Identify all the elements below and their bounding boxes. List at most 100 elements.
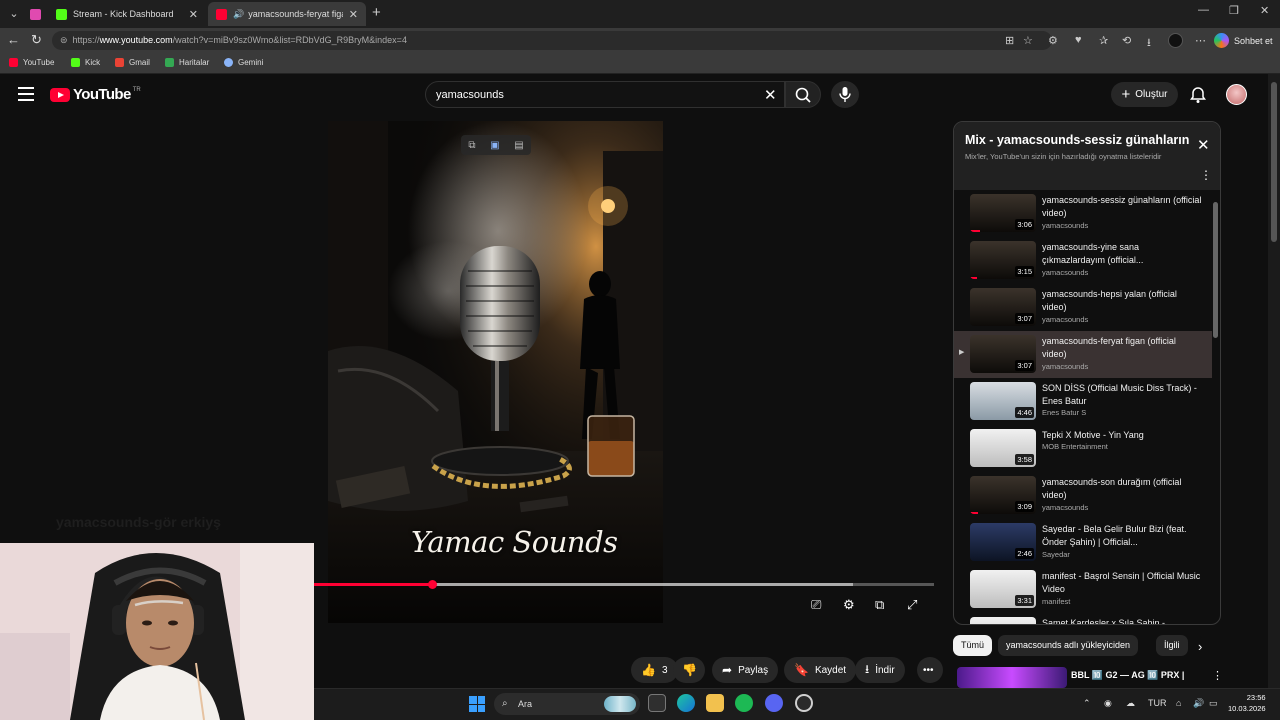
copilot-chat-button[interactable]: Sohbet et xyxy=(1214,31,1273,50)
account-avatar[interactable] xyxy=(1226,84,1247,105)
video-progress-bar[interactable] xyxy=(314,580,934,589)
playlist-item-thumbnail[interactable]: 3:31 xyxy=(970,570,1036,608)
bookmark-kick[interactable]: Kick xyxy=(71,58,100,67)
pinned-tab[interactable] xyxy=(30,2,41,26)
bookmark-maps[interactable]: Haritalar xyxy=(165,58,209,67)
discord-icon[interactable] xyxy=(765,694,783,712)
new-tab-button[interactable]: + xyxy=(372,4,381,21)
clear-search-icon[interactable]: ✕ xyxy=(764,86,777,104)
playlist-item[interactable]: 3:07 yamacsounds-hepsi yalan (official vi… xyxy=(954,284,1212,331)
back-icon[interactable]: ← xyxy=(7,32,20,47)
volume-icon[interactable]: 🔊 xyxy=(1193,698,1204,709)
search-button[interactable] xyxy=(785,81,821,108)
close-tab-icon[interactable]: ✕ xyxy=(189,8,198,21)
tray-app-icon[interactable]: ◉ xyxy=(1104,698,1112,709)
close-window-icon[interactable]: ✕ xyxy=(1260,4,1269,17)
minimize-icon[interactable]: — xyxy=(1198,4,1209,16)
url-field[interactable]: ⊜ https://www.youtube.com/watch?v=miBv9sz… xyxy=(52,31,1052,50)
language-indicator[interactable]: TUR xyxy=(1148,698,1167,708)
share-button[interactable]: ➦ Paylaş xyxy=(712,657,779,683)
extensions-icon[interactable]: ⚙ xyxy=(1048,34,1058,47)
playlist-scrollbar[interactable] xyxy=(1213,202,1218,338)
start-windows-icon[interactable] xyxy=(469,696,485,712)
bookmark-youtube[interactable]: YouTube xyxy=(9,58,54,67)
page-scrollbar[interactable] xyxy=(1268,74,1280,688)
create-button[interactable]: + Oluştur xyxy=(1111,82,1178,107)
playlist-item[interactable]: 3:09 yamacsounds-son durağım (official vi… xyxy=(954,472,1212,519)
hamburger-menu-icon[interactable] xyxy=(18,87,34,101)
playlist-item-thumbnail[interactable]: 3:06 xyxy=(970,194,1036,232)
more-actions-button[interactable]: ••• xyxy=(917,657,943,683)
settings-gear-icon[interactable]: ⚙ xyxy=(843,597,855,613)
browser-essentials-icon[interactable]: ♥ xyxy=(1075,34,1082,46)
picture-in-picture-icon[interactable]: ⧉ xyxy=(468,140,475,151)
tab-kick-dashboard[interactable]: Stream - Kick Dashboard ✕ xyxy=(48,2,206,26)
playlist-item[interactable]: 4:46 SON DİSS (Official Music Diss Track)… xyxy=(954,378,1212,425)
save-button[interactable]: 🔖 Kaydet xyxy=(784,657,857,683)
network-icon[interactable]: ⌂ xyxy=(1176,698,1181,708)
close-playlist-icon[interactable]: ✕ xyxy=(1197,136,1210,154)
tab-actions-chevron-icon[interactable]: ⌄ xyxy=(4,4,24,24)
refresh-icon[interactable]: ↻ xyxy=(31,32,42,48)
task-view-icon[interactable] xyxy=(648,694,666,712)
more-menu-icon[interactable]: ⋯ xyxy=(1195,34,1206,47)
recommended-more-icon[interactable]: ⋮ xyxy=(1212,669,1223,682)
playlist-item-thumbnail[interactable]: 3:58 xyxy=(970,429,1036,467)
dislike-button[interactable]: 👎 xyxy=(673,657,705,683)
close-tab-icon[interactable]: ✕ xyxy=(349,8,358,21)
app-available-icon[interactable]: ⊞ xyxy=(1005,34,1014,47)
recommended-video-thumbnail[interactable] xyxy=(957,667,1067,688)
taskbar-search[interactable]: ⌕ Ara xyxy=(494,693,640,715)
cast-icon[interactable]: ▣ xyxy=(490,140,499,151)
playlist-item[interactable]: ▶ 3:07 yamacsounds-feryat figan (official … xyxy=(954,331,1212,378)
tray-cloud-icon[interactable]: ☁ xyxy=(1126,698,1135,709)
spotify-icon[interactable] xyxy=(735,694,753,712)
bookmark-gemini[interactable]: Gemini xyxy=(224,58,263,67)
playlist-item-thumbnail[interactable]: 3:15 xyxy=(970,241,1036,279)
subtitles-icon[interactable]: ⎚ xyxy=(811,597,821,613)
tab-youtube-video[interactable]: 🔊 yamacsounds-feryat figan (of... ✕ xyxy=(208,2,366,26)
playlist-item[interactable]: 3:58 Tepki X Motive - Yin Yang MOB Enterta… xyxy=(954,425,1212,472)
bookmark-gmail[interactable]: Gmail xyxy=(115,58,150,67)
notifications-bell-icon[interactable] xyxy=(1188,85,1208,105)
filter-chip[interactable]: İlgili xyxy=(1156,635,1188,656)
obs-studio-icon[interactable] xyxy=(795,694,813,712)
scrubber-knob[interactable] xyxy=(427,580,437,589)
filter-chip[interactable]: yamacsounds adlı yükleyiciden xyxy=(998,635,1139,656)
playlist-title[interactable]: Mix - yamacsounds-sessiz günahların... xyxy=(965,133,1190,147)
chips-next-chevron-icon[interactable]: › xyxy=(1198,639,1202,654)
playlist-item[interactable]: 3:31 manifest - Başrol Sensin | Official … xyxy=(954,566,1212,613)
tray-chevron-icon[interactable]: ⌃ xyxy=(1083,698,1091,709)
youtube-logo[interactable]: YouTube TR xyxy=(50,86,141,103)
playlist-item-thumbnail[interactable]: 3:07 xyxy=(970,288,1036,326)
playlist-item-thumbnail[interactable]: 3:09 xyxy=(970,476,1036,514)
restore-icon[interactable]: ❐ xyxy=(1229,4,1239,17)
notes-icon[interactable]: ▤ xyxy=(514,140,523,151)
playlist-item[interactable]: 3:06 yamacsounds-sessiz günahların (offic… xyxy=(954,190,1212,237)
playlist-more-icon[interactable]: ⋮ xyxy=(1200,168,1212,182)
recommended-video-title[interactable]: BBL 🔟 G2 — AG 🔟 PRX | xyxy=(1071,670,1184,681)
history-icon[interactable]: ⟲ xyxy=(1122,34,1131,47)
favorites-icon[interactable]: ✰ xyxy=(1099,34,1108,47)
fullscreen-icon[interactable]: ⤢ xyxy=(907,597,917,613)
taskbar-clock[interactable]: 23:56 10.03.2026 xyxy=(1228,692,1266,714)
download-button[interactable]: ⭳ İndir xyxy=(855,657,905,683)
filter-chip[interactable]: Tümü xyxy=(953,635,993,656)
speaker-icon[interactable]: 🔊 xyxy=(233,9,244,20)
playlist-item-thumbnail[interactable]: 2:46 xyxy=(970,523,1036,561)
file-explorer-icon[interactable] xyxy=(706,694,724,712)
voice-search-button[interactable] xyxy=(831,81,859,108)
search-input[interactable]: yamacsounds ✕ xyxy=(425,81,785,108)
playlist-item-thumbnail[interactable]: 3:07 xyxy=(970,335,1036,373)
battery-icon[interactable]: ▭ xyxy=(1209,698,1218,709)
playlist-item-thumbnail[interactable] xyxy=(970,617,1036,624)
scrollbar-thumb[interactable] xyxy=(1271,82,1277,242)
favorite-star-icon[interactable]: ☆ xyxy=(1023,34,1033,47)
profile-avatar[interactable] xyxy=(1168,33,1183,48)
miniplayer-icon[interactable]: ⧉ xyxy=(875,597,884,613)
playlist-item[interactable]: 2:46 Sayedar - Bela Gelir Bulur Bizi (fea… xyxy=(954,519,1212,566)
like-button[interactable]: 👍 3 xyxy=(631,657,678,683)
edge-browser-icon[interactable] xyxy=(677,694,695,712)
playlist-item[interactable]: Samet Kardeşler x Sıla Şahin - xyxy=(954,613,1212,624)
playlist-item[interactable]: 3:15 yamacsounds-yine sana çıkmazlardayım… xyxy=(954,237,1212,284)
